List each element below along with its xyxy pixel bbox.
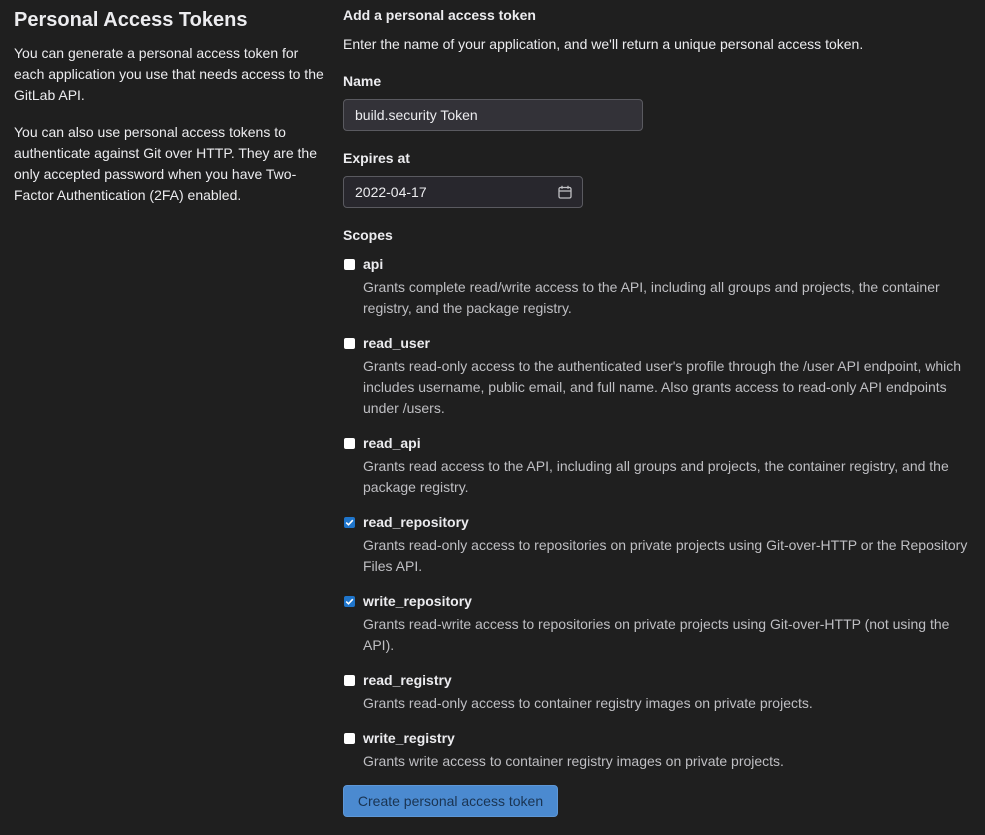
intro-paragraph-1: You can generate a personal access token… [14, 45, 324, 103]
scope-description: Grants read-write access to repositories… [363, 616, 950, 653]
scope-checkbox-read-repository[interactable] [344, 517, 355, 528]
scope-name[interactable]: write_repository [363, 593, 472, 610]
token-name-input[interactable] [343, 99, 643, 131]
intro-paragraph-2: You can also use personal access tokens … [14, 124, 317, 203]
calendar-icon[interactable] [558, 185, 572, 199]
name-label: Name [343, 73, 382, 89]
form-description: Enter the name of your application, and … [343, 36, 864, 52]
expires-date-value: 2022-04-17 [355, 184, 427, 200]
scope-checkbox-read-api[interactable] [344, 438, 355, 449]
scope-name[interactable]: api [363, 256, 383, 273]
scope-description: Grants read-only access to repositories … [363, 537, 968, 574]
scope-checkbox-api[interactable] [344, 259, 355, 270]
scope-description: Grants read-only access to the authentic… [363, 358, 962, 416]
scope-checkbox-write-registry[interactable] [344, 733, 355, 744]
scope-name[interactable]: read_api [363, 435, 421, 452]
scope-description: Grants read-only access to container reg… [363, 695, 813, 711]
check-icon [345, 519, 354, 526]
scope-checkbox-read-registry[interactable] [344, 675, 355, 686]
scope-description: Grants read access to the API, including… [363, 458, 949, 495]
scope-name[interactable]: read_user [363, 335, 430, 352]
create-token-button[interactable]: Create personal access token [343, 785, 558, 817]
scope-name[interactable]: read_repository [363, 514, 469, 531]
check-icon [345, 598, 354, 605]
scope-description: Grants complete read/write access to the… [363, 279, 940, 316]
scopes-label: Scopes [343, 227, 393, 243]
scope-name[interactable]: write_registry [363, 730, 455, 747]
scope-checkbox-write-repository[interactable] [344, 596, 355, 607]
expires-date-input[interactable]: 2022-04-17 [343, 176, 583, 208]
scope-description: Grants write access to container registr… [363, 753, 784, 769]
scope-name[interactable]: read_registry [363, 672, 452, 689]
scope-checkbox-read-user[interactable] [344, 338, 355, 349]
intro-panel: Personal Access Tokens You can generate … [14, 7, 324, 222]
page-title: Personal Access Tokens [14, 9, 248, 31]
expires-label: Expires at [343, 150, 410, 166]
form-title: Add a personal access token [343, 7, 536, 23]
page: Personal Access Tokens You can generate … [0, 0, 985, 835]
